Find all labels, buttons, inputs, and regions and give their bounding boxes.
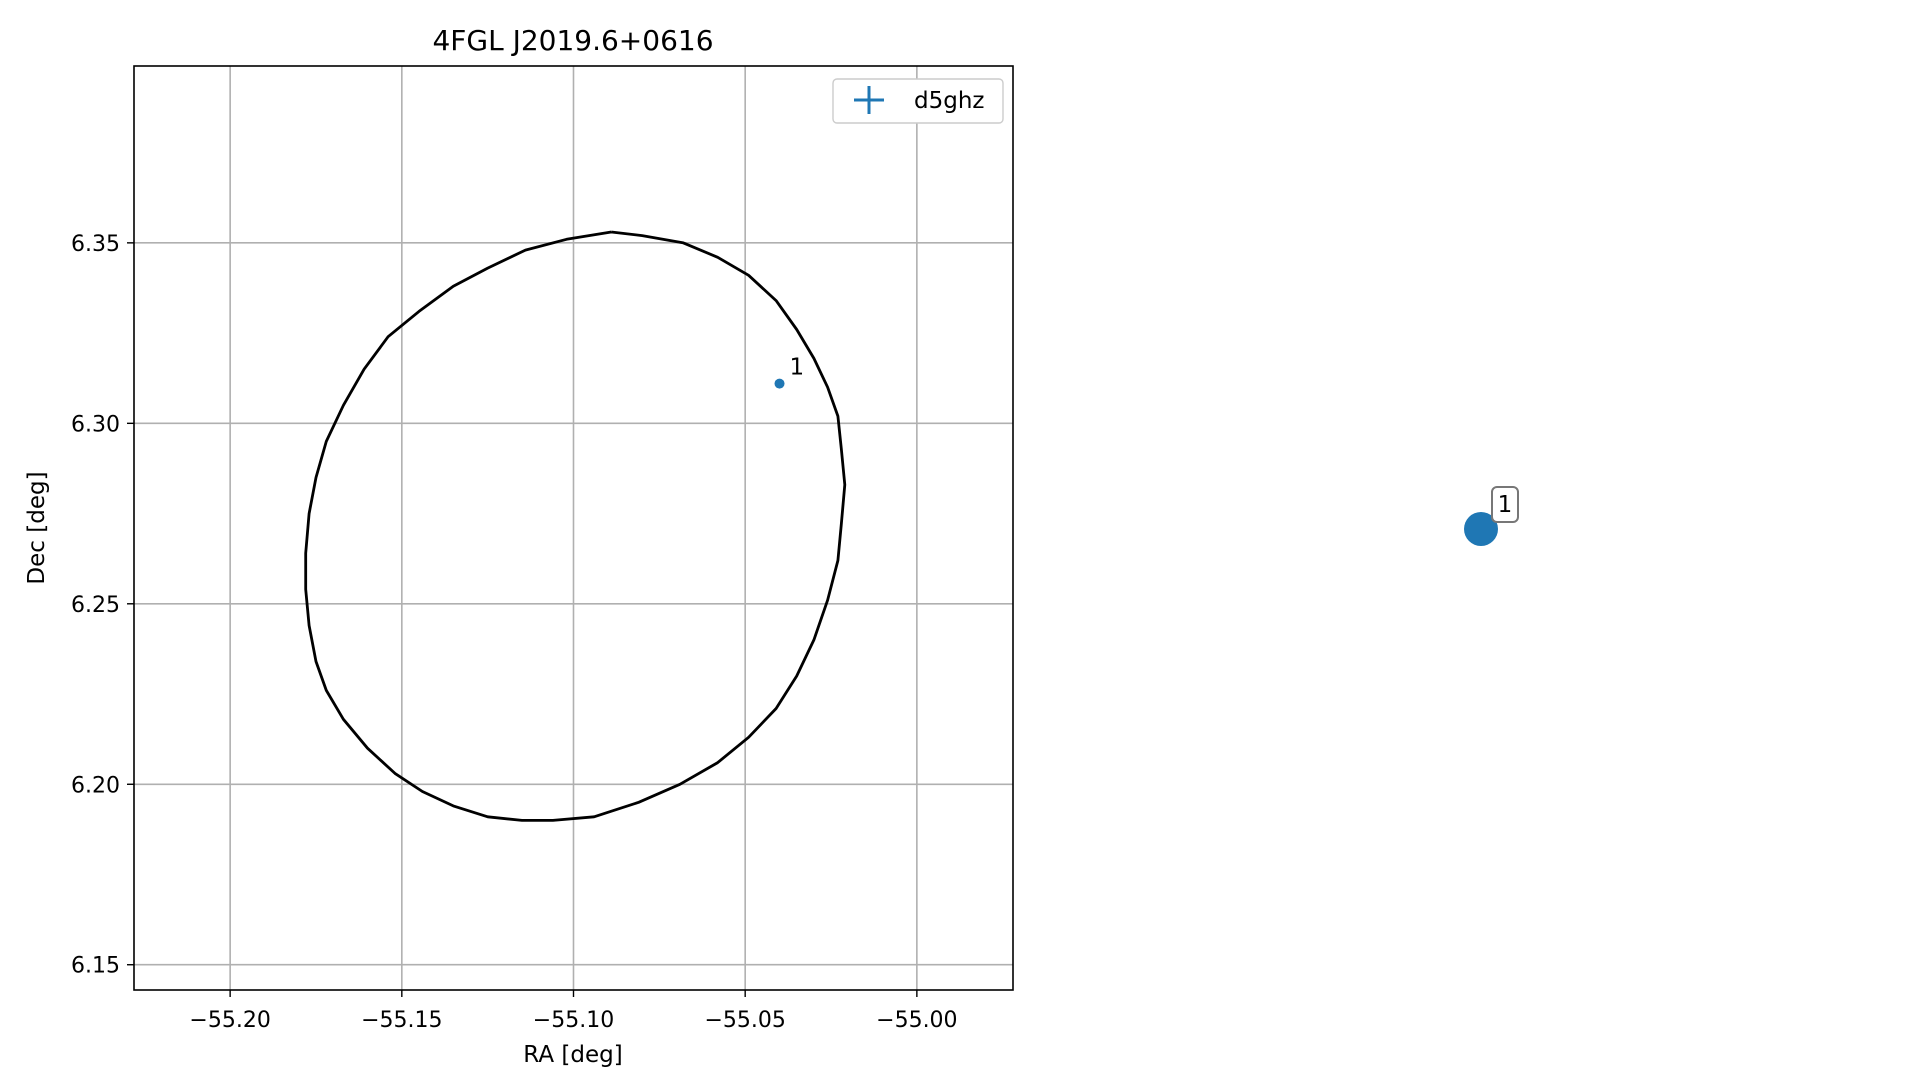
data-points: 1 [774, 355, 805, 389]
figure: 4FGL J2019.6+0616 1 −55.20 −55.15 −55.10 −5… [24, 24, 1519, 1068]
y-tick-label: 6.20 [71, 773, 120, 798]
x-tick-label: −55.10 [533, 1008, 614, 1033]
x-tick-label: −55.05 [704, 1008, 785, 1033]
chart-main: 4FGL J2019.6+0616 1 −55.20 −55.15 −55.10 −5… [24, 24, 1014, 1068]
x-tick-label: −55.00 [876, 1008, 957, 1033]
y-tick-label: 6.15 [71, 954, 120, 979]
x-ticks: −55.20 −55.15 −55.10 −55.05 −55.00 [189, 990, 958, 1033]
x-tick-label: −55.15 [361, 1008, 442, 1033]
y-tick-label: 6.35 [71, 232, 120, 257]
y-ticks: 6.15 6.20 6.25 6.30 6.35 [71, 232, 134, 979]
y-tick-label: 6.25 [71, 593, 120, 618]
legend-entry-label: d5ghz [914, 88, 984, 114]
grid [134, 66, 1013, 990]
x-tick-label: −55.20 [189, 1008, 270, 1033]
y-tick-label: 6.30 [71, 412, 120, 437]
error-ellipse-group [304, 230, 847, 822]
chart-secondary: 1 [1464, 486, 1519, 546]
x-axis-label: RA [deg] [523, 1042, 622, 1068]
legend: d5ghz [832, 78, 1004, 124]
chart-title: 4FGL J2019.6+0616 [432, 24, 713, 57]
data-point-label: 1 [790, 355, 805, 381]
point-label: 1 [1498, 492, 1513, 518]
error-ellipse [304, 230, 847, 822]
y-axis-label: Dec [deg] [24, 471, 50, 584]
data-point [774, 378, 785, 389]
